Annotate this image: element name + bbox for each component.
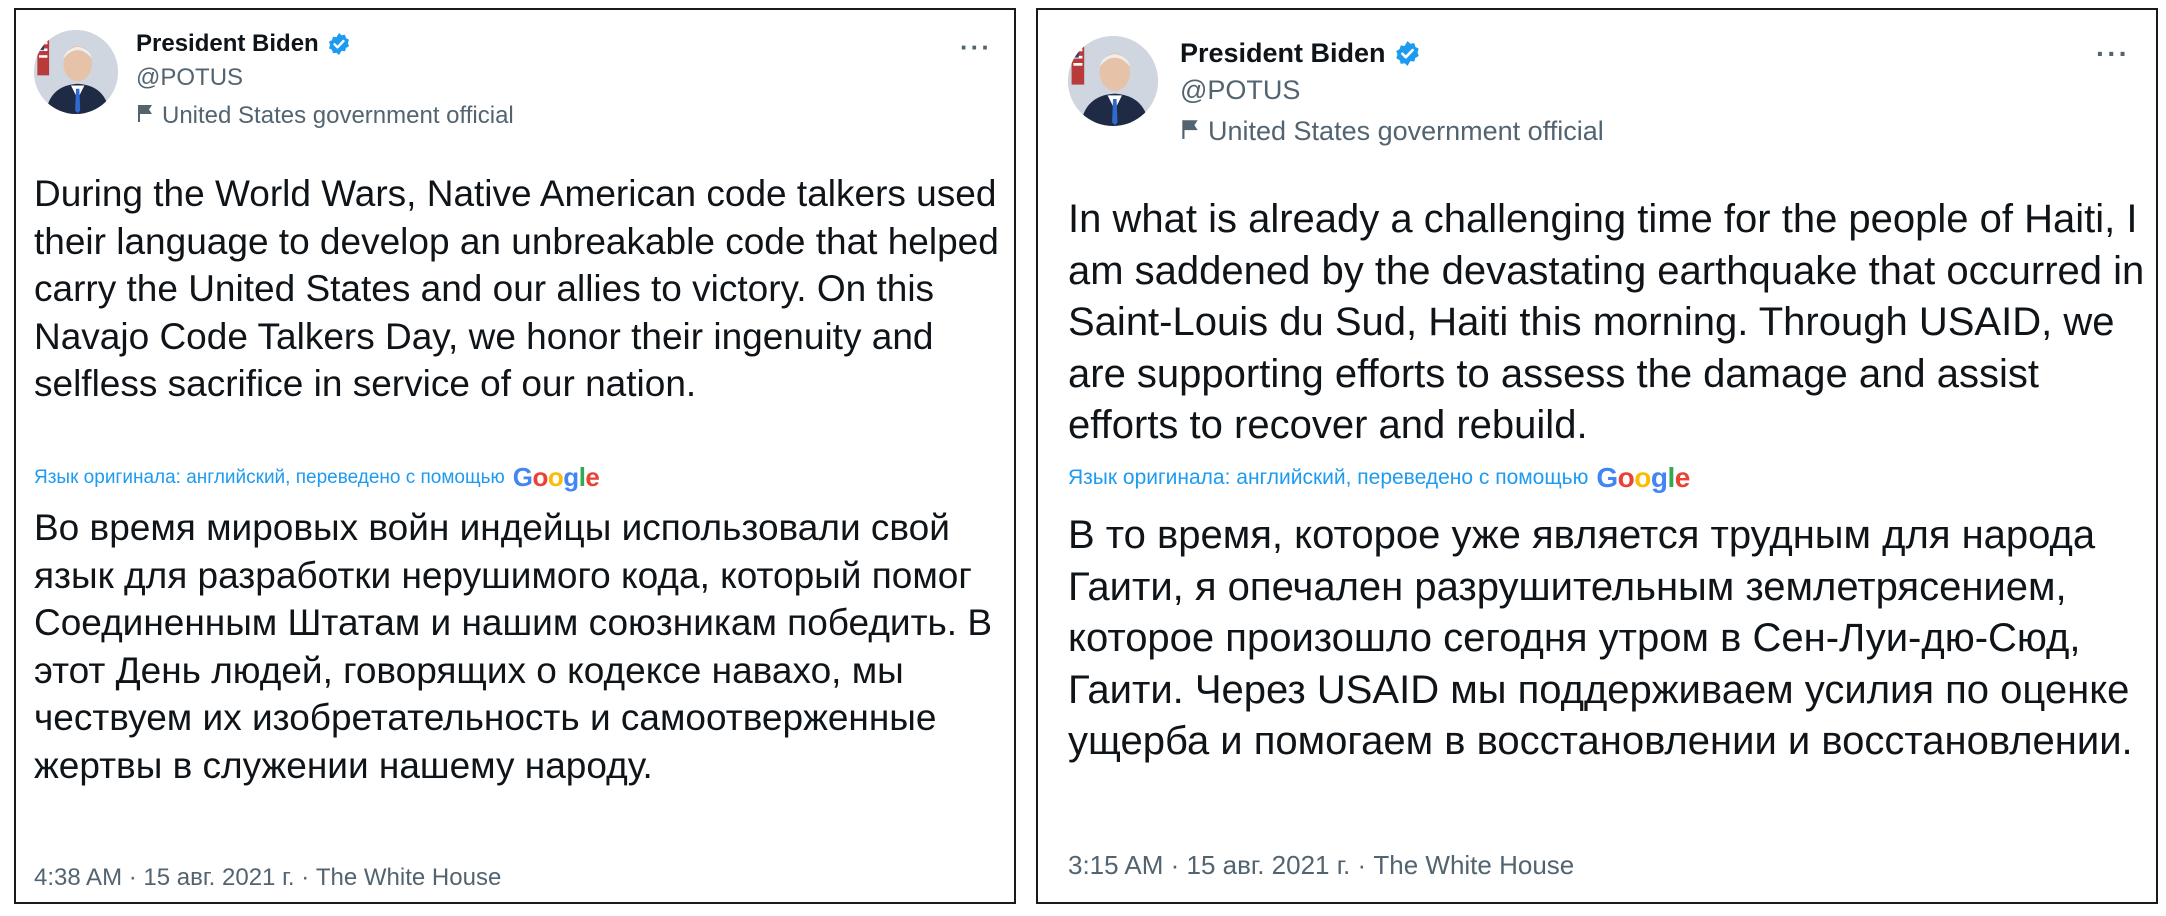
translation-attribution[interactable]: Язык оригинала: английский, переведено с… — [1068, 462, 1690, 494]
account-label: United States government official — [1180, 116, 1604, 147]
avatar[interactable] — [34, 30, 118, 114]
tweet-text-translated: Во время мировых войн индейцы использова… — [34, 507, 993, 786]
tweet-timestamp[interactable]: 4:38 AM · 15 авг. 2021 г. · The White Ho… — [34, 864, 501, 892]
more-options-icon[interactable]: ··· — [960, 32, 992, 63]
author-handle[interactable]: @POTUS — [1180, 75, 1604, 106]
google-logo: Google — [512, 462, 600, 492]
translation-attribution[interactable]: Язык оригинала: английский, переведено с… — [34, 462, 600, 493]
account-label-text: United States government official — [162, 102, 514, 129]
verified-badge-icon — [327, 32, 351, 56]
tweet-timestamp[interactable]: 3:15 AM · 15 авг. 2021 г. · The White Ho… — [1068, 850, 1574, 881]
author-name[interactable]: President Biden — [136, 30, 319, 58]
tweet-text-original: In what is already a challenging time fo… — [1068, 197, 2145, 447]
google-logo: Google — [1596, 462, 1690, 493]
flag-icon — [136, 102, 154, 130]
translation-note: Язык оригинала: английский, переведено с… — [1068, 466, 1589, 489]
tweet-text-original: During the World Wars, Native American c… — [34, 173, 999, 404]
avatar[interactable] — [1068, 36, 1158, 126]
account-label-text: United States government official — [1208, 116, 1604, 146]
flag-icon — [1180, 116, 1200, 147]
tweet-text-translated: В то время, которое уже является трудным… — [1068, 513, 2133, 763]
author-name[interactable]: President Biden — [1180, 38, 1386, 69]
verified-badge-icon — [1394, 40, 1421, 67]
author-handle[interactable]: @POTUS — [136, 64, 514, 92]
account-label: United States government official — [136, 102, 514, 130]
tweet-card-code-talkers: President Biden @POTUS United States gov… — [14, 8, 1016, 904]
translation-note: Язык оригинала: английский, переведено с… — [34, 466, 505, 488]
more-options-icon[interactable]: ··· — [2096, 38, 2130, 70]
tweet-card-haiti: President Biden @POTUS United States gov… — [1036, 8, 2158, 904]
